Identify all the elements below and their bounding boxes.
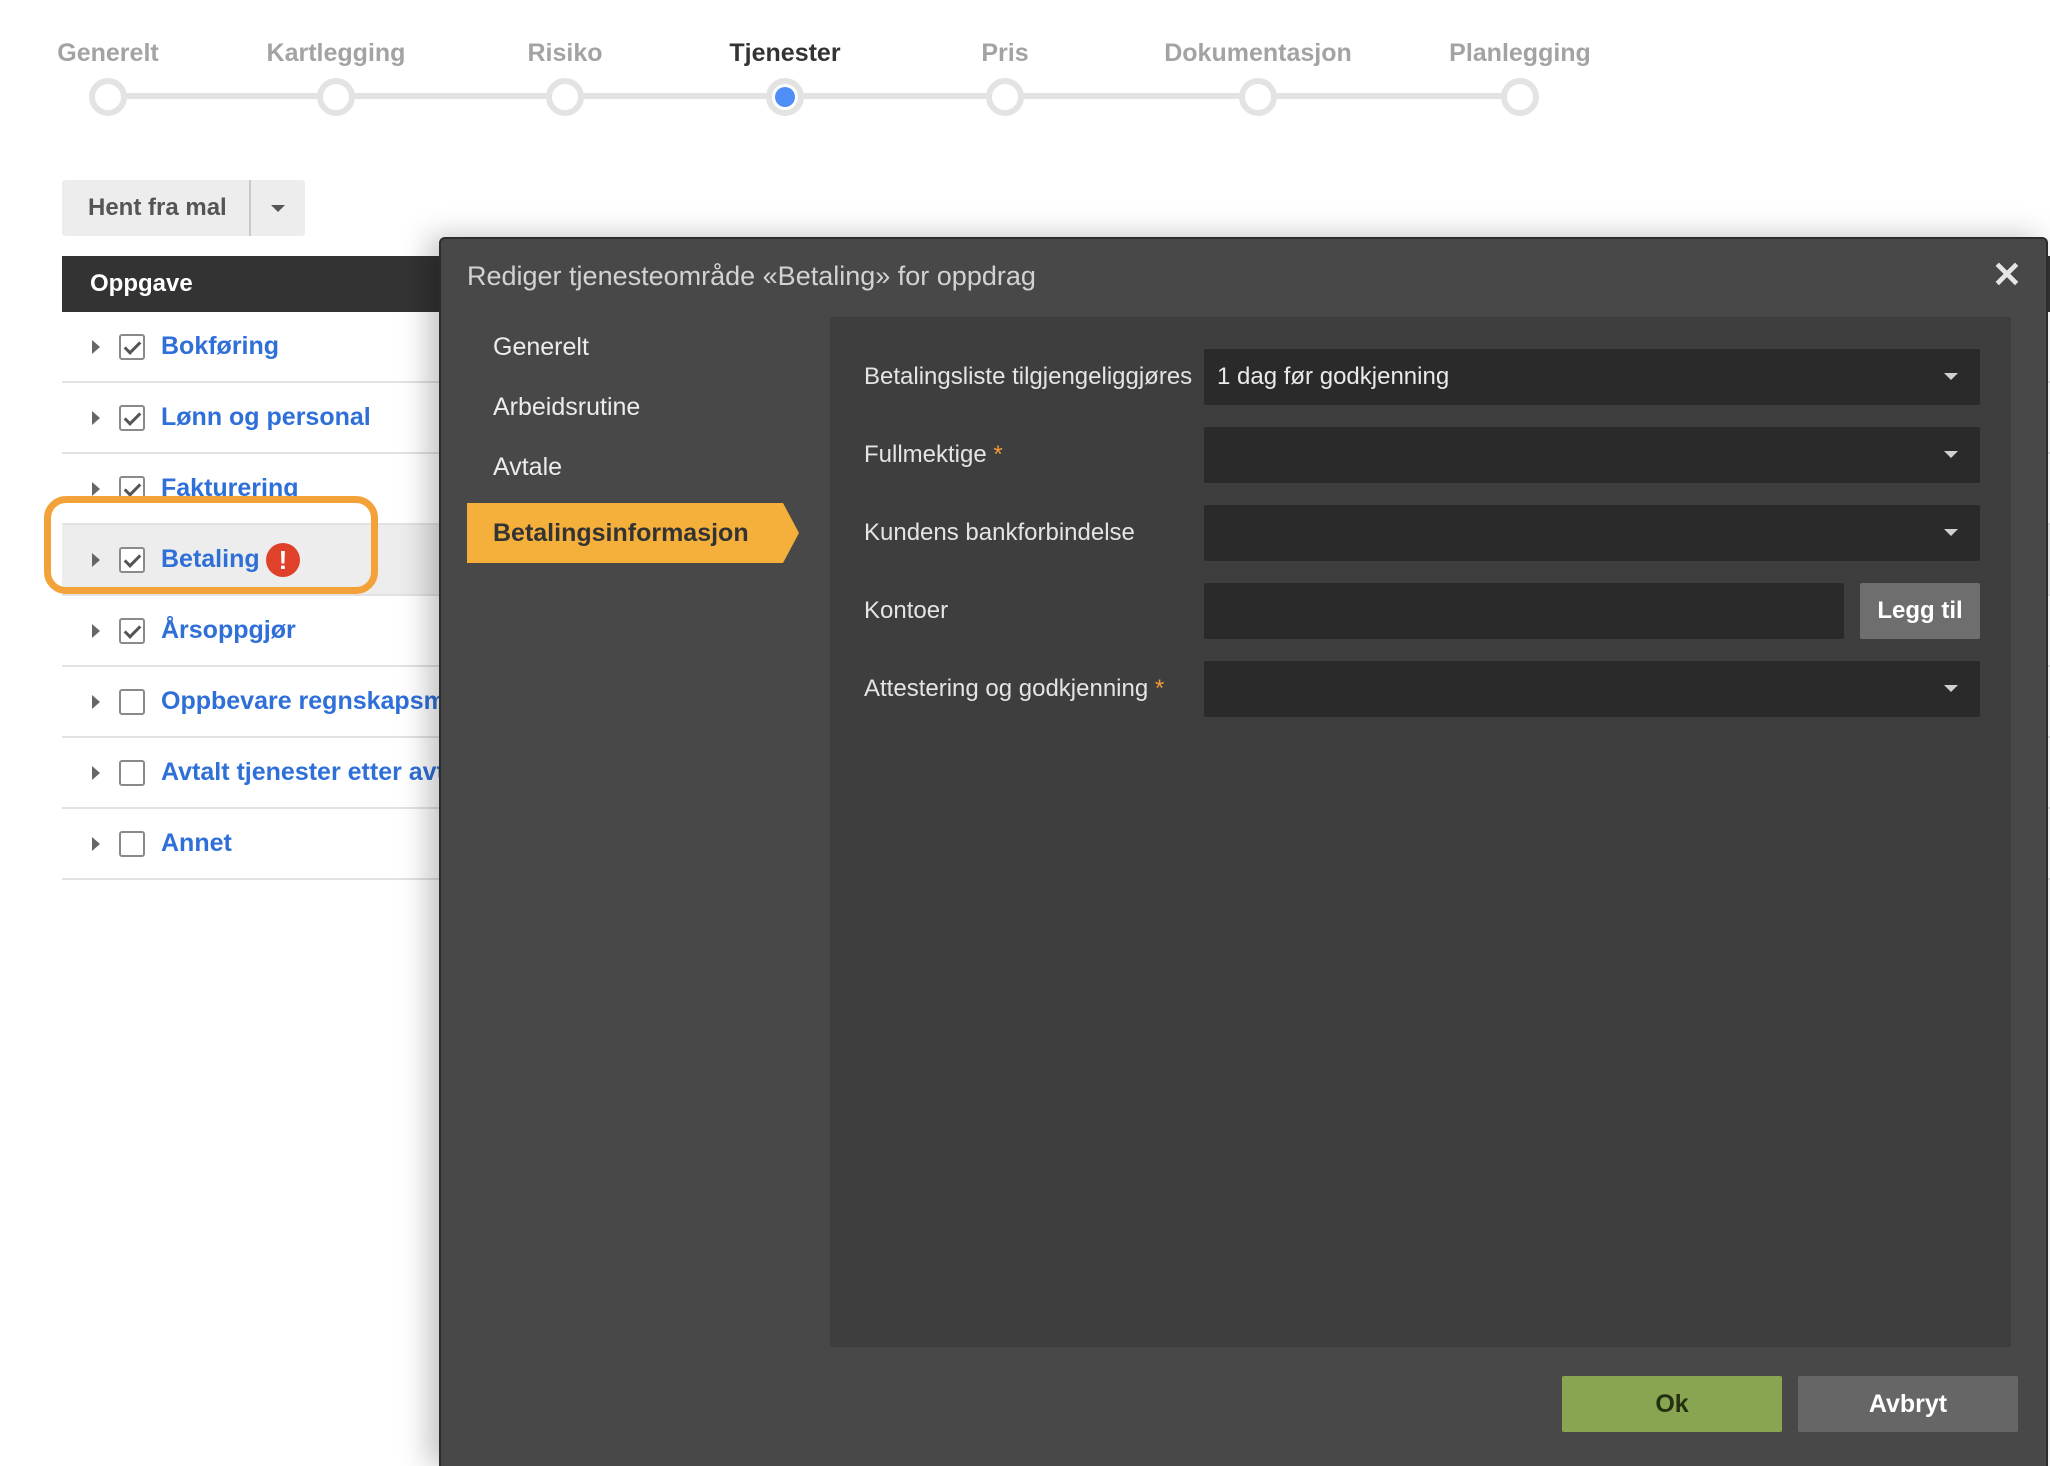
attestation-label-text: Attestering og godkjenning [864,675,1149,702]
expand-arrow-icon[interactable] [92,765,100,780]
step-dot[interactable] [1239,78,1277,116]
expand-arrow-icon[interactable] [92,623,100,638]
step-dot[interactable] [546,78,584,116]
template-split-button: Hent fra mal [62,180,305,236]
dialog-form-panel: Betalingsliste tilgjengeliggjøres 1 dag … [830,317,2011,1347]
step-label: Risiko [527,39,603,67]
nav-item-betalingsinformasjon[interactable]: Betalingsinformasjon [467,503,799,563]
expand-arrow-icon[interactable] [92,694,100,709]
progress-stepper: Generelt Kartlegging Risiko Tjenester Pr… [0,0,1650,140]
step-label: Tjenester [729,39,841,67]
expand-arrow-icon[interactable] [92,339,100,354]
form-row-attestation: Attestering og godkjenning * [864,661,1980,717]
step-label: Kartlegging [266,39,406,67]
payment-list-select[interactable]: 1 dag før godkjenning [1204,349,1980,405]
form-row-bank: Kundens bankforbindelse [864,505,1980,561]
expand-arrow-icon[interactable] [92,836,100,851]
step-planlegging[interactable]: Planlegging [1400,0,1640,116]
payment-list-value: 1 dag før godkjenning [1217,363,1450,390]
proxies-select[interactable] [1204,427,1980,483]
step-label: Planlegging [1449,39,1591,67]
load-template-button[interactable]: Hent fra mal [62,180,251,236]
step-label: Pris [981,39,1029,67]
form-row-proxies: Fullmektige * [864,427,1980,483]
step-tjenester[interactable]: Tjenester [665,0,905,116]
step-dot[interactable] [986,78,1024,116]
step-dot[interactable] [89,78,127,116]
chevron-down-icon [1944,685,1958,692]
task-checkbox[interactable] [119,830,145,857]
step-label: Generelt [57,39,159,67]
dialog-nav: Generelt Arbeidsrutine Avtale Betalingsi… [467,317,799,563]
warning-icon: ! [266,542,300,577]
edit-service-area-dialog: Rediger tjenesteområde «Betaling» for op… [439,237,2048,1466]
expand-arrow-icon[interactable] [92,552,100,567]
form-row-payment-list: Betalingsliste tilgjengeliggjøres 1 dag … [864,349,1980,405]
task-link[interactable]: Årsoppgjør [161,616,296,645]
task-checkbox[interactable] [119,333,145,360]
task-checkbox[interactable] [119,546,145,573]
add-account-button[interactable]: Legg til [1860,583,1980,639]
step-dot-active[interactable] [766,78,804,116]
step-generelt[interactable]: Generelt [0,0,228,116]
step-risiko[interactable]: Risiko [445,0,685,116]
step-label: Dokumentasjon [1164,39,1352,67]
bank-select[interactable] [1204,505,1980,561]
task-checkbox[interactable] [119,404,145,431]
accounts-label: Kontoer [864,597,949,624]
required-marker: * [993,441,1003,468]
ok-button[interactable]: Ok [1562,1376,1782,1432]
task-link[interactable]: Lønn og personal [161,403,371,432]
cancel-button[interactable]: Avbryt [1798,1376,2018,1432]
step-kartlegging[interactable]: Kartlegging [216,0,456,116]
step-pris[interactable]: Pris [885,0,1125,116]
payment-list-label: Betalingsliste tilgjengeliggjøres [864,363,1193,390]
close-icon[interactable]: ✕ [1992,257,2022,293]
template-dropdown-button[interactable] [251,180,305,236]
accounts-input[interactable] [1204,583,1844,639]
nav-item-arbeidsrutine[interactable]: Arbeidsrutine [467,377,797,437]
chevron-down-icon [1944,451,1958,458]
nav-item-generelt[interactable]: Generelt [467,317,797,377]
form-row-accounts: Kontoer Legg til [864,583,1980,639]
proxies-label-text: Fullmektige [864,441,987,468]
chevron-down-icon [1944,373,1958,380]
task-checkbox[interactable] [119,688,145,715]
task-link[interactable]: Avtalt tjenester etter avt [161,758,445,787]
task-link[interactable]: Oppbevare regnskapsma [161,687,460,716]
task-checkbox[interactable] [119,475,145,502]
step-dot[interactable] [1501,78,1539,116]
chevron-down-icon [1944,529,1958,536]
task-link[interactable]: Annet [161,829,232,858]
step-dokumentasjon[interactable]: Dokumentasjon [1138,0,1378,116]
task-link[interactable]: Fakturering [161,474,299,503]
step-dot[interactable] [317,78,355,116]
bank-label: Kundens bankforbindelse [864,519,1135,546]
attestation-label: Attestering og godkjenning * [864,675,1204,703]
task-checkbox[interactable] [119,617,145,644]
dialog-title: Rediger tjenesteområde «Betaling» for op… [467,261,1036,291]
attestation-select[interactable] [1204,661,1980,717]
task-checkbox[interactable] [119,759,145,786]
required-marker: * [1154,675,1165,702]
proxies-label: Fullmektige * [864,441,1204,469]
chevron-down-icon [270,204,285,212]
expand-arrow-icon[interactable] [92,410,100,425]
expand-arrow-icon[interactable] [92,481,100,496]
task-link[interactable]: Betaling [161,545,260,574]
task-link[interactable]: Bokføring [161,332,279,361]
nav-item-avtale[interactable]: Avtale [467,437,797,497]
